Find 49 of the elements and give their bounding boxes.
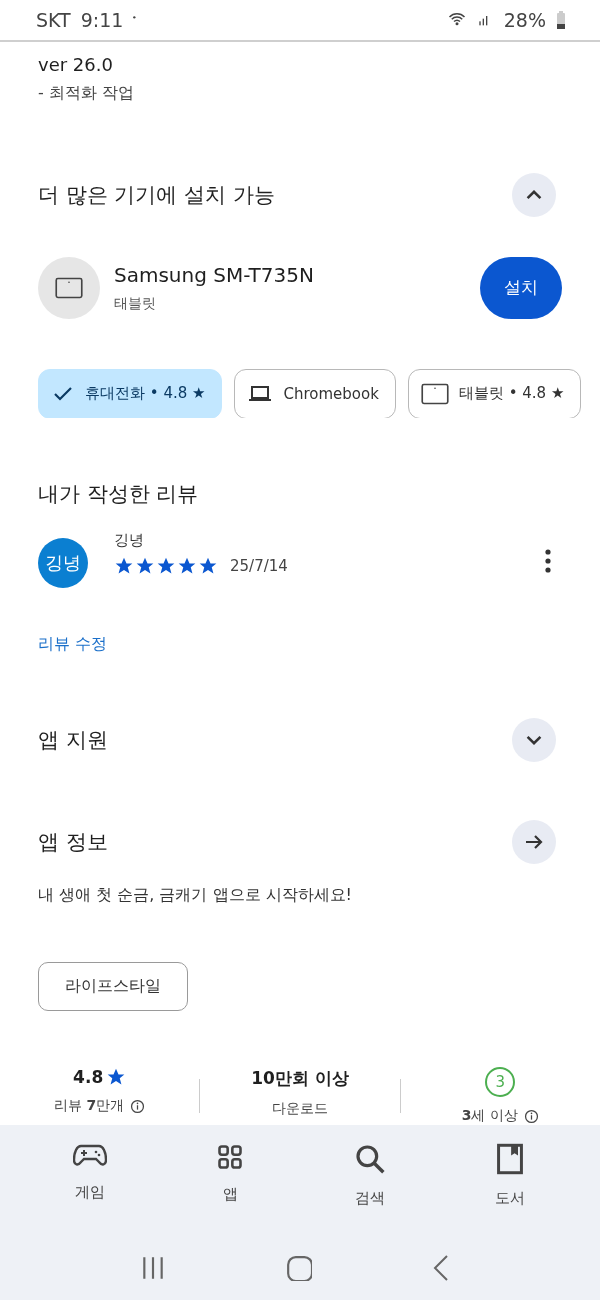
device-chip[interactable]: 휴대전화 • 4.8 ★ <box>38 368 223 418</box>
collapse-button[interactable] <box>512 173 556 218</box>
update-note: - 최적화 작업 <box>38 83 135 104</box>
info-icon <box>523 1108 539 1124</box>
device-chip[interactable]: Chromebook <box>234 368 396 418</box>
battery-percent: 28% <box>503 9 546 31</box>
category-tag[interactable]: 라이프스타일 <box>38 962 188 1011</box>
gamepad-icon <box>73 1143 107 1169</box>
battery-icon <box>556 10 566 30</box>
nav-tab[interactable]: 앱 <box>160 1125 300 1235</box>
section-title: 내가 작성한 리뷰 <box>38 480 200 508</box>
age-rating-badge: 3 <box>485 1067 516 1097</box>
home-icon <box>286 1254 312 1281</box>
chevron-up-icon <box>526 190 542 201</box>
recent-apps-icon <box>140 1254 166 1281</box>
apps-grid-icon <box>216 1143 244 1171</box>
stat-label: 다운로드 <box>272 1100 328 1118</box>
reviewer-name: 깅녕 <box>114 531 145 551</box>
review-date: 25/7/14 <box>230 557 288 576</box>
tablet-icon <box>420 382 449 405</box>
book-icon <box>496 1143 524 1175</box>
device-chip[interactable]: 태블릿 • 4.8 ★ <box>407 368 582 418</box>
clock: 9:11 <box>80 9 124 31</box>
nav-tab[interactable]: 게임 <box>20 1125 160 1235</box>
user-avatar: 깅녕 <box>38 537 88 588</box>
stat-label: 3세 이상 <box>461 1107 518 1125</box>
section-title: 앱 정보 <box>38 828 108 856</box>
version-text: ver 26.0 <box>38 54 114 75</box>
nav-tab[interactable]: 도서 <box>440 1125 580 1235</box>
section-title: 더 많은 기기에 설치 가능 <box>38 182 275 210</box>
expand-button[interactable] <box>512 718 556 762</box>
downloads-value: 10만회 이상 <box>251 1067 349 1090</box>
edit-review-link[interactable]: 리뷰 수정 <box>38 633 562 655</box>
stat-label: 리뷰 7만개 <box>54 1097 125 1115</box>
install-button[interactable]: 설치 <box>480 256 562 319</box>
open-button[interactable] <box>512 819 556 864</box>
device-type: 태블릿 <box>114 294 157 313</box>
rating-value: 4.8 <box>73 1067 104 1087</box>
search-icon <box>354 1143 386 1175</box>
carrier: SKT <box>36 9 71 31</box>
nav-tab[interactable]: 검색 <box>300 1125 440 1235</box>
app-description: 내 생애 첫 순금, 금캐기 앱으로 시작하세요! <box>38 885 353 907</box>
chevron-down-icon <box>526 735 542 745</box>
section-title: 앱 지원 <box>38 727 108 754</box>
tablet-icon <box>55 276 83 299</box>
more-vert-icon <box>544 548 552 575</box>
back-icon <box>432 1253 450 1282</box>
info-icon <box>130 1098 146 1114</box>
device-name: Samsung SM-T735N <box>114 262 314 287</box>
